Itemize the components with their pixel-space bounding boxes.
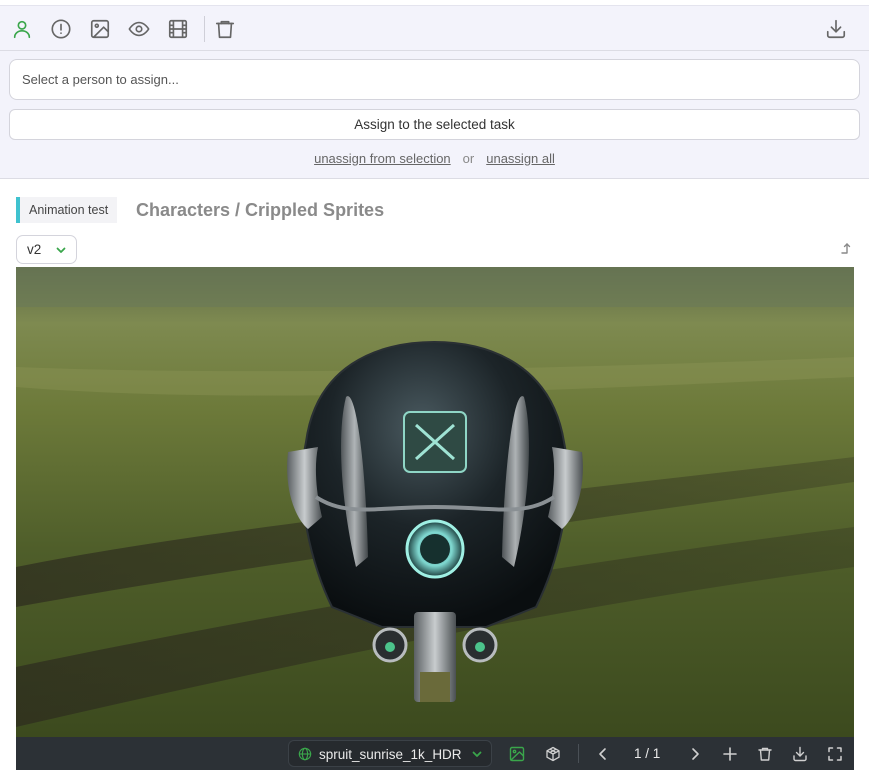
assignment-panel: Assign to the selected task unassign fro… — [0, 5, 869, 179]
environment-select[interactable]: spruit_sunrise_1k_HDR — [288, 740, 492, 767]
unassign-selection-link[interactable]: unassign from selection — [314, 151, 451, 166]
preview-viewer[interactable]: spruit_sunrise_1k_HDR 1 / 1 — [16, 267, 854, 770]
image-icon[interactable] — [88, 17, 112, 41]
globe-icon — [298, 747, 312, 761]
viewer-toolbar: spruit_sunrise_1k_HDR 1 / 1 — [16, 737, 854, 770]
trash-icon[interactable] — [756, 745, 773, 762]
fullscreen-icon[interactable] — [826, 745, 843, 762]
chevron-down-icon — [472, 751, 482, 757]
expand-arrow-icon[interactable] — [839, 241, 853, 255]
toolbar-separator — [204, 16, 205, 42]
alert-circle-icon[interactable] — [49, 17, 73, 41]
download-icon[interactable] — [824, 17, 848, 41]
viewer-separator — [578, 744, 579, 763]
unassign-all-link[interactable]: unassign all — [486, 151, 555, 166]
preview-image — [16, 267, 854, 737]
chevron-left-icon[interactable] — [594, 745, 611, 762]
person-icon[interactable] — [10, 17, 34, 41]
unassign-row: unassign from selection or unassign all — [0, 149, 869, 167]
version-value: v2 — [27, 242, 42, 257]
page-counter: 1 / 1 — [634, 746, 661, 761]
chevron-right-icon[interactable] — [686, 745, 703, 762]
chevron-down-icon — [56, 247, 66, 253]
task-type-tag: Animation test — [16, 197, 118, 223]
3d-model-icon[interactable] — [544, 745, 561, 762]
film-icon[interactable] — [166, 17, 190, 41]
download-icon[interactable] — [791, 745, 808, 762]
version-select[interactable]: v2 — [16, 235, 77, 264]
environment-value: spruit_sunrise_1k_HDR — [319, 747, 462, 762]
trash-icon[interactable] — [213, 17, 237, 41]
person-search-input[interactable] — [9, 59, 860, 100]
image-icon[interactable] — [508, 745, 525, 762]
toolbar — [0, 6, 869, 51]
or-label: or — [462, 150, 475, 166]
eye-icon[interactable] — [127, 17, 151, 41]
task-title[interactable]: Characters / Crippled Sprites — [136, 200, 384, 221]
assign-button[interactable]: Assign to the selected task — [9, 109, 860, 140]
plus-icon[interactable] — [721, 745, 738, 762]
